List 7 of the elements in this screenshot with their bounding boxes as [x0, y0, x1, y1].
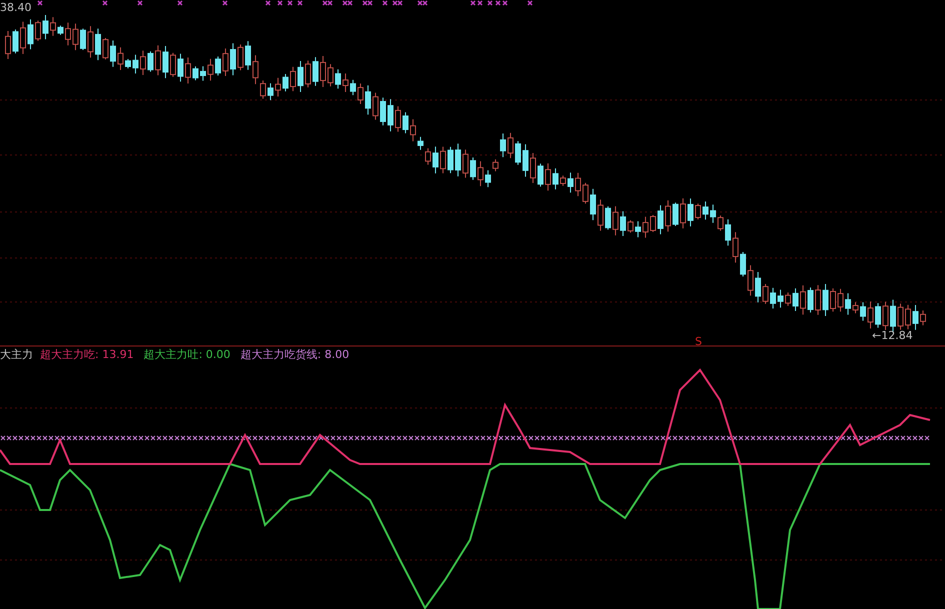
signal-mark: S — [695, 335, 702, 348]
legend-item: 超大主力吐: 0.00 — [144, 348, 230, 361]
low-price-label: ←12.84 — [872, 329, 913, 342]
legend-item: 超大主力吃货线: 8.00 — [240, 348, 350, 361]
legend-item: 超大主力吃: 13.91 — [40, 348, 134, 361]
high-price-label: 38.40 — [0, 1, 32, 14]
indicator-title: 大主力 — [0, 348, 33, 361]
